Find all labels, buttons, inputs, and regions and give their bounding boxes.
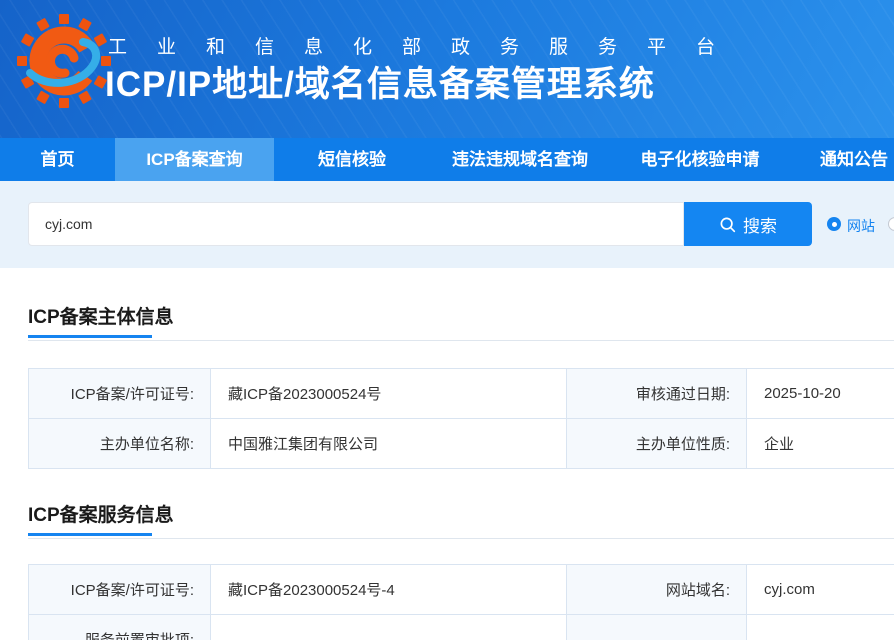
search-icon [719,216,736,233]
service-info-table: ICP备案/许可证号: 藏ICP备2023000524号-4 网站域名: cyj… [28,564,894,640]
field-label [567,615,747,640]
service-info-section-head: ICP备案服务信息 [28,503,894,539]
field-value: 藏ICP备2023000524号 [211,369,567,419]
nav-tab-illegal-domains[interactable]: 违法违规域名查询 [430,138,610,181]
field-label: 审核通过日期: [567,369,747,419]
search-button-label: 搜索 [743,212,777,237]
field-value: 2025-10-20 [747,369,894,419]
field-value [747,615,894,640]
nav-tab-home[interactable]: 首页 [0,138,115,181]
miit-gear-e-logo-icon [16,13,112,109]
nav-tab-e-verification[interactable]: 电子化核验申请 [610,138,790,181]
radio-website-label[interactable]: 网站 [847,216,875,236]
table-row: ICP备案/许可证号: 藏ICP备2023000524号-4 网站域名: cyj… [29,565,894,615]
search-button[interactable]: 搜索 [684,202,812,246]
subject-info-table: ICP备案/许可证号: 藏ICP备2023000524号 审核通过日期: 202… [28,368,894,469]
subject-info-heading: ICP备案主体信息 [28,305,894,331]
field-value: 企业 [747,419,894,469]
table-row: ICP备案/许可证号: 藏ICP备2023000524号 审核通过日期: 202… [29,369,894,419]
system-title: ICP/IP地址/域名信息备案管理系统 [105,56,655,107]
platform-title: 工业和信息化部政务服务平台 [108,32,745,59]
field-label: 服务前置审批项: [29,615,211,640]
field-value: 藏ICP备2023000524号-4 [211,565,567,615]
radio-website-selected-icon[interactable] [827,217,841,231]
service-info-heading: ICP备案服务信息 [28,503,894,529]
radio-next-option-partial-icon[interactable] [888,217,894,231]
table-row: 服务前置审批项: [29,615,894,640]
field-value: 中国雅江集团有限公司 [211,419,567,469]
search-section: 搜索 网站 [0,181,894,268]
field-value: cyj.com [747,565,894,615]
main-nav: 首页 ICP备案查询 短信核验 违法违规域名查询 电子化核验申请 通知公告 [0,138,894,181]
results-content: ICP备案主体信息 ICP备案/许可证号: 藏ICP备2023000524号 审… [0,305,894,640]
field-label: 网站域名: [567,565,747,615]
subject-info-section-head: ICP备案主体信息 [28,305,894,341]
field-label: 主办单位名称: [29,419,211,469]
site-header: 工业和信息化部政务服务平台 ICP/IP地址/域名信息备案管理系统 [0,0,894,138]
field-label: ICP备案/许可证号: [29,565,211,615]
nav-tab-sms-verify[interactable]: 短信核验 [274,138,430,181]
nav-tab-notices[interactable]: 通知公告 [800,138,894,181]
field-label: ICP备案/许可证号: [29,369,211,419]
field-label: 主办单位性质: [567,419,747,469]
field-value [211,615,567,640]
domain-search-input[interactable] [28,202,684,246]
icp-filing-page: 工业和信息化部政务服务平台 ICP/IP地址/域名信息备案管理系统 首页 ICP… [0,0,894,640]
table-row: 主办单位名称: 中国雅江集团有限公司 主办单位性质: 企业 [29,419,894,469]
nav-tab-icp-query[interactable]: ICP备案查询 [115,138,274,181]
